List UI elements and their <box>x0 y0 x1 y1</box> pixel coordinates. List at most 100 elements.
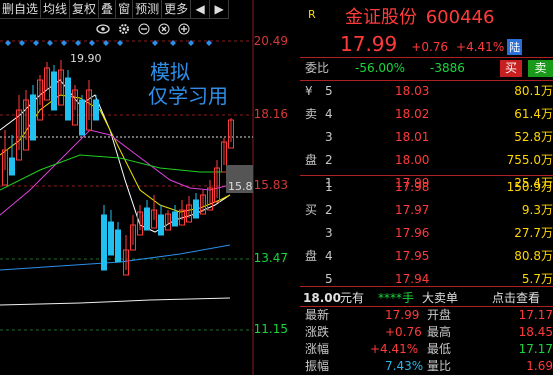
signal-diamond <box>47 40 53 46</box>
level-volume: 27.7万 <box>514 226 553 240</box>
buy-level-row: 3 17.96 27.7万 <box>300 222 553 245</box>
level-price[interactable]: 18.00 <box>395 149 429 172</box>
buy-button[interactable]: 买 <box>500 60 522 77</box>
buy-side-label: 买 <box>305 203 318 217</box>
level-number: 3 <box>325 130 333 144</box>
candle-body <box>101 214 107 271</box>
level-volume: 755.0万 <box>506 153 553 167</box>
buy-level-row: 买 2 17.97 9.3万 <box>300 199 553 222</box>
level-number: 1 <box>325 180 333 194</box>
level-volume: 61.4万 <box>514 107 553 121</box>
sell-side-label: 卖 <box>305 107 318 121</box>
order-ratio-value: -56.00% <box>355 61 406 75</box>
stat-value: 7.43% <box>385 359 424 373</box>
price-change: +0.76 <box>411 40 449 54</box>
stat-key: 开盘 <box>427 308 452 322</box>
scroll-right-icon[interactable]: ▶ <box>210 0 230 19</box>
moving-average-line <box>0 297 231 306</box>
price-line: 17.99 +0.76 +4.41% 陆 <box>340 32 553 56</box>
price-axis-label: 20.49 <box>253 34 288 48</box>
stat-key: 振幅 <box>305 359 330 373</box>
overlay-button[interactable]: 叠 <box>99 0 117 19</box>
adjust-rights-button[interactable]: 复权 <box>70 0 100 19</box>
order-diff-value: -3886 <box>430 61 465 75</box>
level-price[interactable]: 18.02 <box>395 103 429 126</box>
candle-body <box>108 221 114 256</box>
minus-circle-icon[interactable] <box>138 23 150 38</box>
level-number: 4 <box>325 249 333 263</box>
close-circle-icon[interactable] <box>158 23 170 38</box>
stat-value: +4.41% <box>370 342 419 356</box>
stats-row: 涨跌 +0.76 最高 18.45 <box>300 323 553 341</box>
stats-row: 最新 17.99 开盘 17.17 <box>300 306 553 324</box>
level-number: 2 <box>325 153 333 167</box>
level-volume: 52.8万 <box>514 130 553 144</box>
order-ratio-row: 委比 -56.00% -3886 买 卖 <box>300 57 553 80</box>
remove-favorite-button[interactable]: 删自选 <box>0 0 42 19</box>
moving-average-line <box>0 154 230 191</box>
scroll-left-icon[interactable]: ◀ <box>191 0 211 19</box>
last-price: 17.99 <box>340 32 398 56</box>
window-button[interactable]: 窗 <box>116 0 134 19</box>
stats-row: 涨幅 +4.41% 最低 17.17 <box>300 340 553 358</box>
signal-diamond <box>89 40 95 46</box>
level-number: 5 <box>325 84 333 98</box>
stat-value: 17.17 <box>518 342 553 356</box>
candle-body <box>115 229 121 263</box>
kline-chart-pane[interactable]: 删自选 均线 复权 叠 窗 预测 更多 ◀ ▶ 模拟 仅学习用 20.49 18… <box>0 0 300 375</box>
stock-code: 600446 <box>425 7 495 28</box>
candle-body <box>172 211 178 227</box>
sell-side-label: ¥ <box>305 84 313 98</box>
buy-level-row: 盘 4 17.95 80.8万 <box>300 245 553 268</box>
candle-body <box>93 99 99 121</box>
candle-body <box>158 214 164 236</box>
gear-icon[interactable] <box>118 23 130 38</box>
price-change-pct: +4.41% <box>456 40 505 54</box>
stat-key: 最新 <box>305 308 330 322</box>
stat-value: 17.17 <box>518 308 553 322</box>
candle-body <box>144 207 150 231</box>
level-volume: 80.8万 <box>514 249 553 263</box>
level-number: 2 <box>325 203 333 217</box>
plus-circle-icon[interactable] <box>178 23 190 38</box>
level-number: 3 <box>325 226 333 240</box>
level-volume: 150.9万 <box>506 180 553 194</box>
buy-level-row: 1 17.98 150.9万 <box>300 176 553 199</box>
watermark-line2: 仅学习用 <box>148 84 228 108</box>
stat-key: 涨跌 <box>305 325 330 339</box>
level-price[interactable]: 18.01 <box>395 126 429 149</box>
forecast-button[interactable]: 预测 <box>133 0 163 19</box>
level-price[interactable]: 17.98 <box>395 176 429 199</box>
eye-icon[interactable] <box>96 23 110 38</box>
stats-row: 振幅 7.43% 量比 1.69 <box>300 357 553 375</box>
level-price[interactable]: 17.96 <box>395 222 429 245</box>
signal-diamond <box>5 40 11 46</box>
price-axis-label: 15.83 <box>253 178 288 192</box>
candle-body <box>65 77 71 121</box>
candle-body <box>30 94 36 141</box>
level-price[interactable]: 17.97 <box>395 199 429 222</box>
sell-button[interactable]: 卖 <box>528 60 553 77</box>
hk-connect-icon[interactable]: 陆 <box>507 39 523 55</box>
stat-value: 1.69 <box>526 359 553 373</box>
order-ratio-label: 委比 <box>305 61 330 75</box>
sell-level-row: 盘 2 18.00 755.0万 <box>300 149 553 172</box>
price-axis-label: 13.47 <box>253 251 288 265</box>
r-badge: R <box>308 8 316 21</box>
quote-panel: R 金证股份 600446 17.99 +0.76 +4.41% 陆 委比 -5… <box>300 0 553 375</box>
price-axis-label: 18.16 <box>253 107 288 121</box>
stat-value: +0.76 <box>385 325 422 339</box>
level-price[interactable]: 18.03 <box>395 80 429 103</box>
current-price-tag: 15.8 <box>228 180 253 193</box>
level-number: 4 <box>325 107 333 121</box>
level-price[interactable]: 17.95 <box>395 245 429 268</box>
stat-key: 最低 <box>427 342 452 356</box>
sell-level-row: 卖 4 18.02 61.4万 <box>300 103 553 126</box>
sell-level-row: 3 18.01 52.8万 <box>300 126 553 149</box>
moving-average-button[interactable]: 均线 <box>41 0 71 19</box>
stat-value: 18.45 <box>518 325 553 339</box>
more-button[interactable]: 更多 <box>162 0 192 19</box>
chart-toolbar: 删自选 均线 复权 叠 窗 预测 更多 ◀ ▶ <box>0 0 252 20</box>
stat-key: 最高 <box>427 325 452 339</box>
stat-key: 量比 <box>427 359 452 373</box>
